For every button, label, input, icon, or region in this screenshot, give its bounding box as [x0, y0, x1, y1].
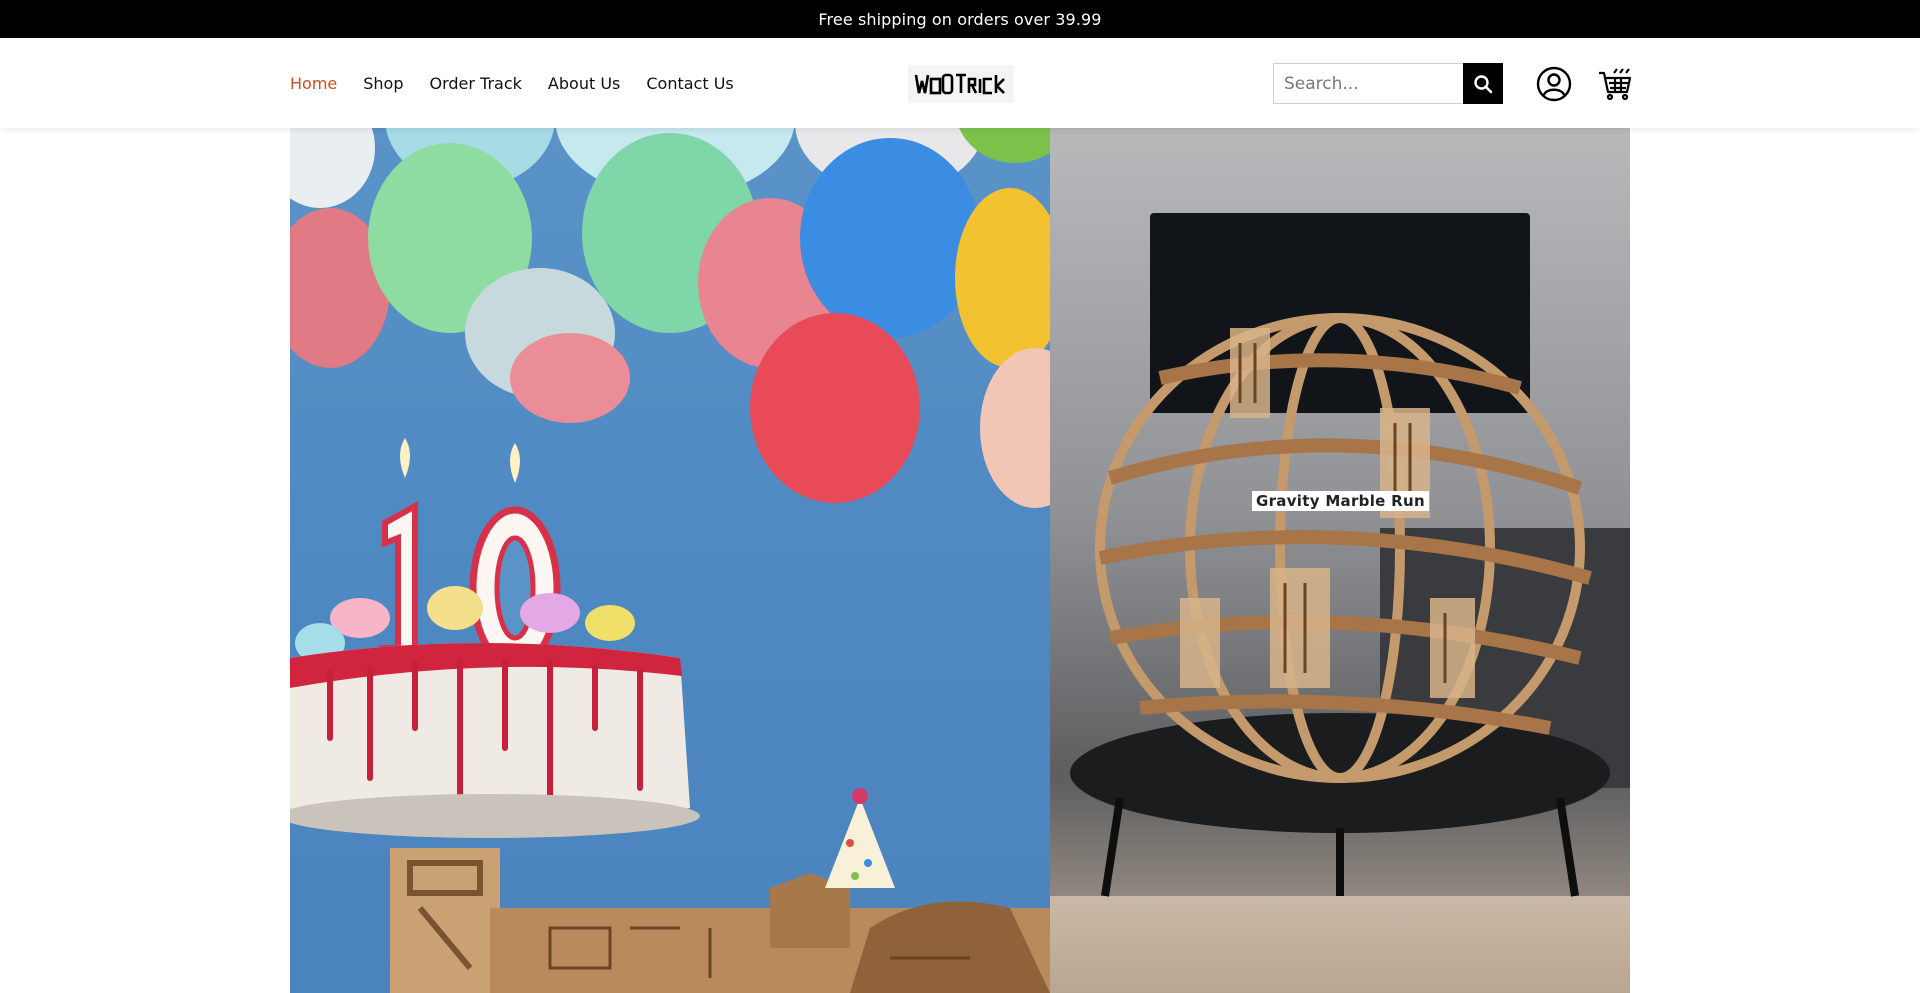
wooden-puzzle-base — [390, 848, 1050, 993]
search-button[interactable] — [1463, 63, 1503, 104]
user-circle-icon — [1536, 66, 1572, 102]
party-hat — [825, 788, 895, 888]
product-label[interactable]: Gravity Marble Run — [1252, 491, 1429, 511]
shopping-cart-icon — [1599, 68, 1632, 101]
nav-item-about-us[interactable]: About Us — [548, 74, 620, 93]
search-icon — [1474, 74, 1493, 93]
birthday-cake-illustration — [290, 128, 1050, 993]
nav-item-home[interactable]: Home — [290, 74, 337, 93]
nav-item-shop[interactable]: Shop — [363, 74, 403, 93]
nav-item-order-track[interactable]: Order Track — [430, 74, 522, 93]
search-form — [1273, 63, 1503, 104]
announcement-bar: Free shipping on orders over 39.99 — [0, 0, 1920, 38]
marble-run-sphere-illustration — [1070, 313, 1610, 897]
account-button[interactable] — [1535, 65, 1573, 103]
hero-banner[interactable]: Gravity Marble Run — [290, 128, 1630, 993]
hero-image-marble-run: Gravity Marble Run — [1050, 128, 1630, 993]
site-header: Home Shop Order Track About Us Contact U… — [0, 38, 1920, 128]
search-input[interactable] — [1273, 63, 1463, 104]
announcement-text: Free shipping on orders over 39.99 — [818, 9, 1102, 29]
hero-image-birthday — [290, 128, 1050, 993]
logo-wordmark — [914, 73, 1005, 95]
nav-item-contact-us[interactable]: Contact Us — [646, 74, 733, 93]
cart-button[interactable] — [1596, 65, 1634, 103]
number-candles — [379, 438, 561, 670]
site-logo[interactable] — [908, 65, 1014, 103]
main-nav: Home Shop Order Track About Us Contact U… — [290, 38, 734, 128]
